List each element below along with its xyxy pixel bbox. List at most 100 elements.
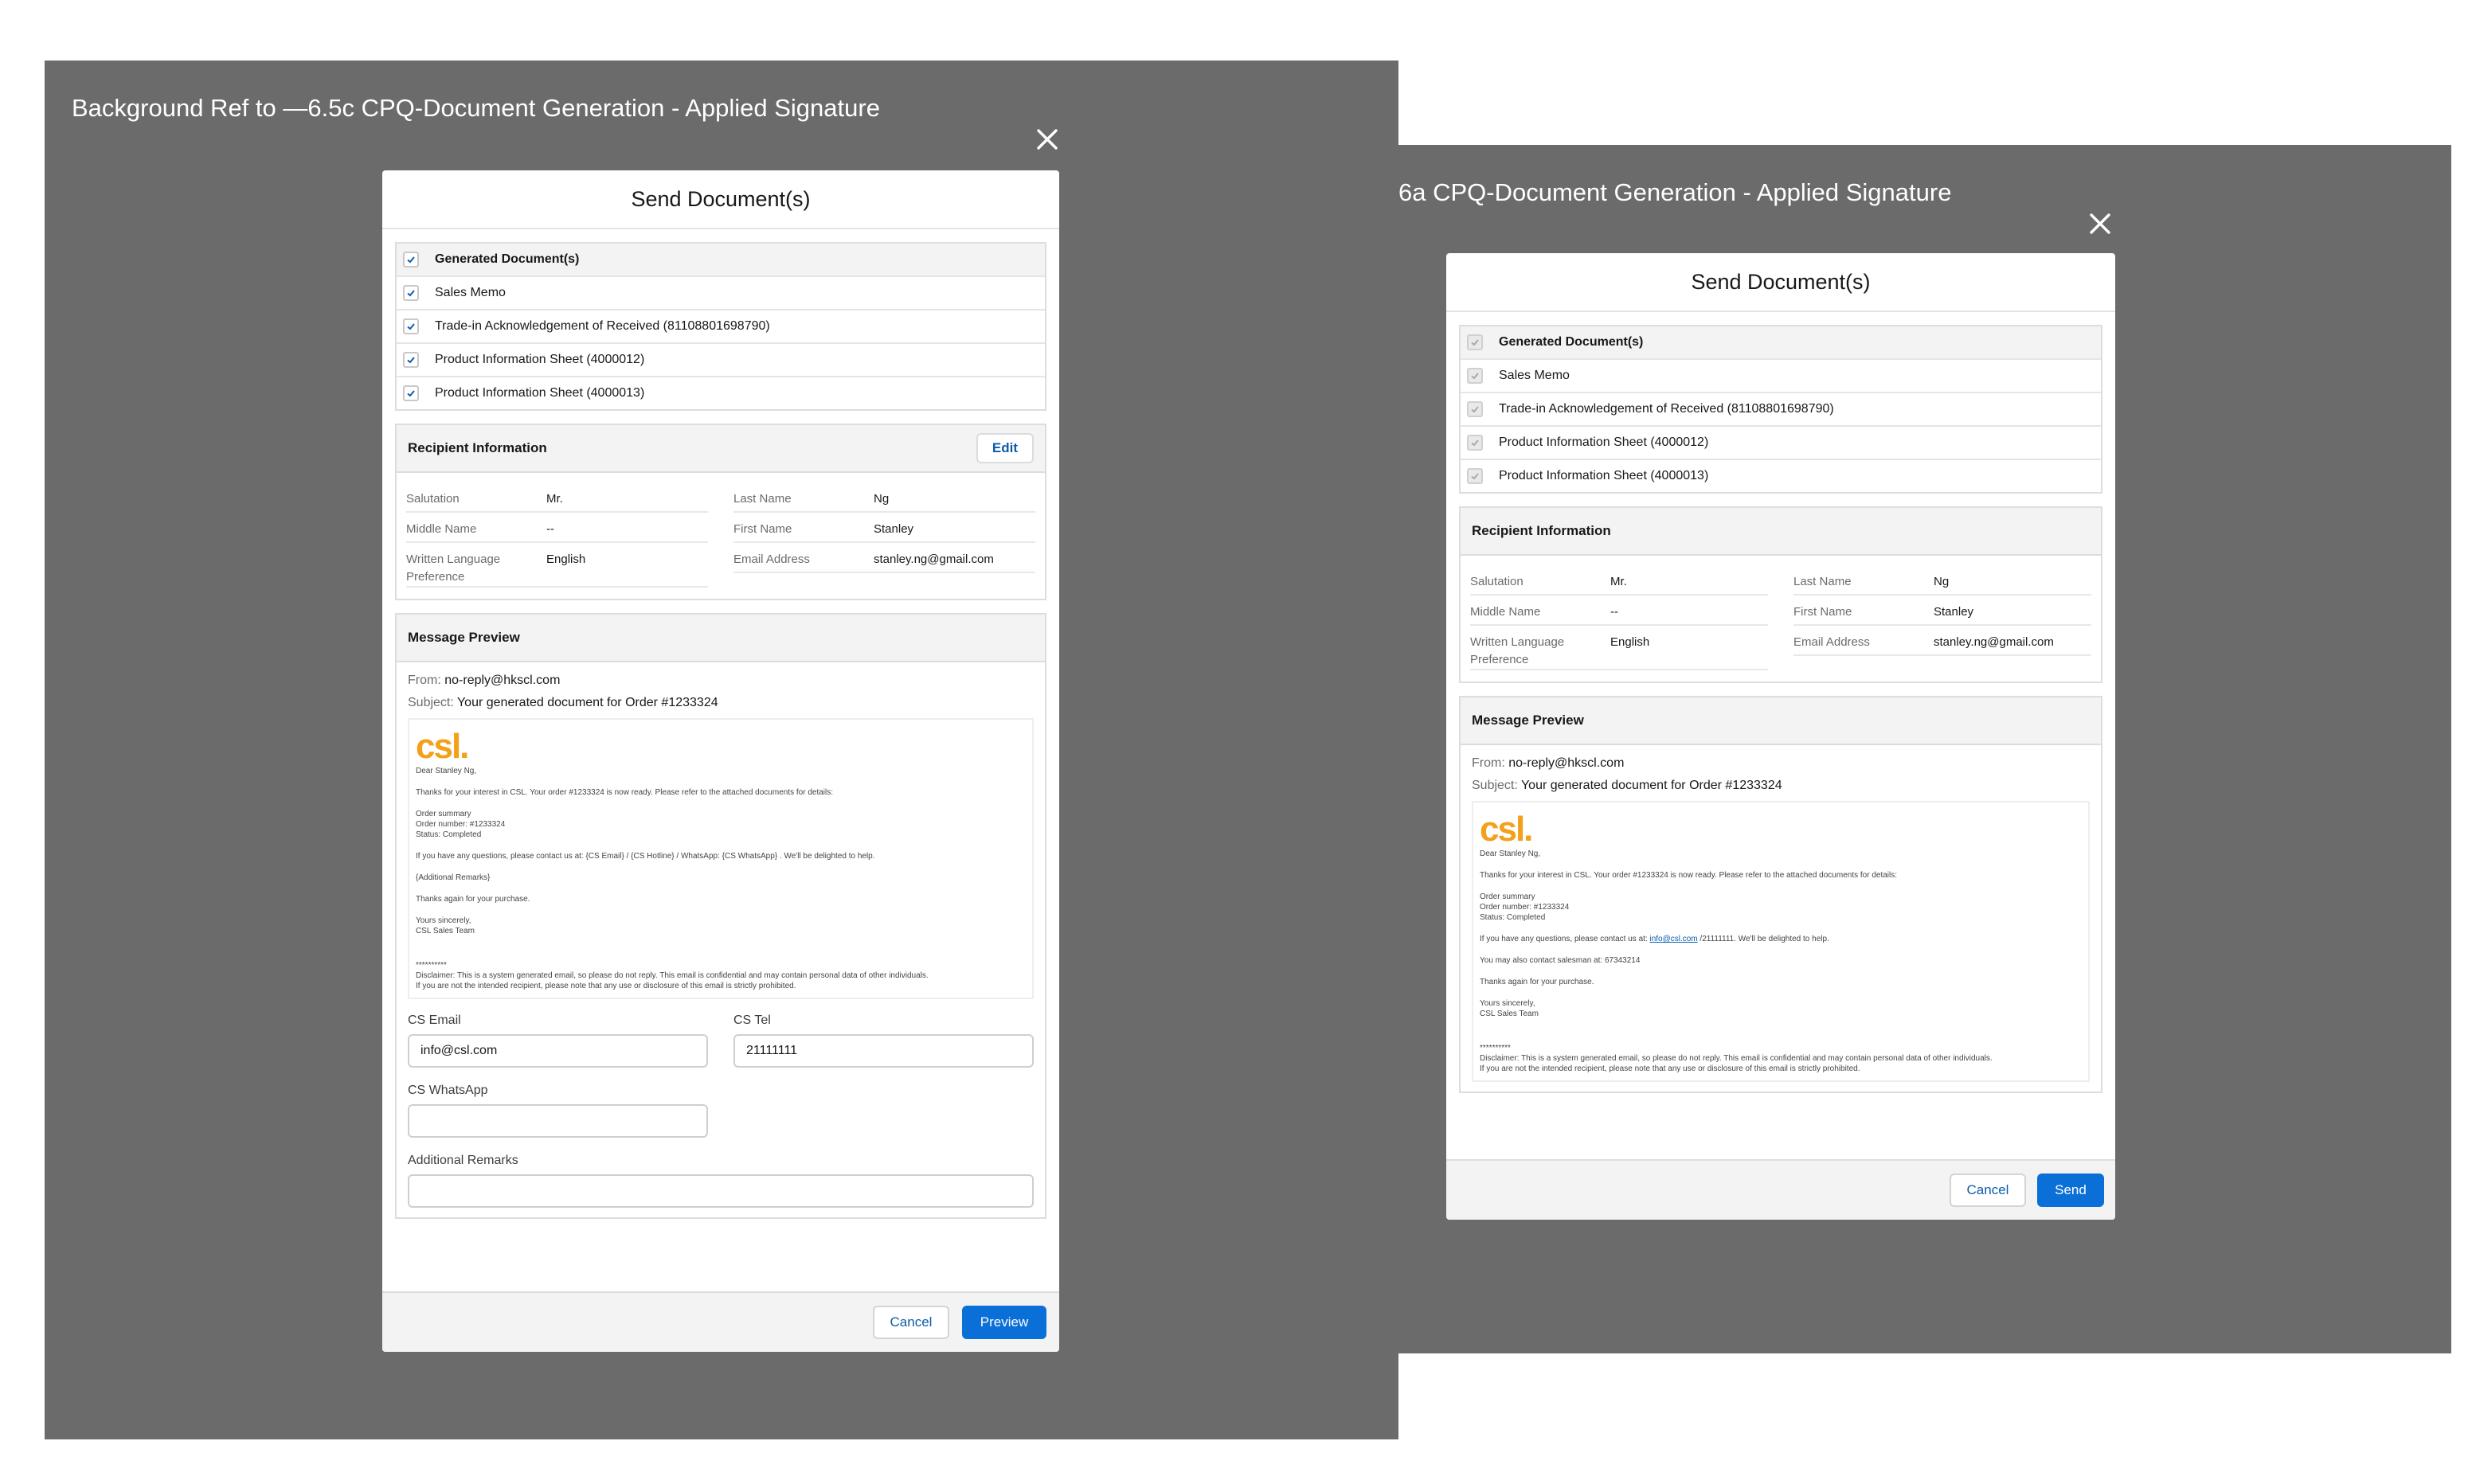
close-icon[interactable]: [1035, 127, 1059, 151]
message-preview-card: Message Preview From: no-reply@hkscl.com…: [1459, 696, 2102, 1093]
csl-logo: csl.: [416, 727, 469, 766]
last-name-label: Last Name: [1793, 575, 1852, 588]
checkbox-product-sheet-1[interactable]: [403, 352, 419, 368]
message-preview-header: Message Preview: [1461, 697, 2101, 745]
message-preview-header: Message Preview: [397, 615, 1045, 662]
edit-button[interactable]: Edit: [976, 433, 1034, 463]
email-salesman: You may also contact salesman at: 673432…: [1480, 956, 1641, 965]
cs-email-label: CS Email: [408, 1013, 461, 1027]
language-value: English: [1610, 635, 1650, 649]
preview-button[interactable]: Preview: [962, 1306, 1046, 1339]
documents-header-label: Generated Document(s): [1499, 335, 1644, 349]
recipient-header: Recipient Information: [1461, 508, 2101, 556]
cs-email-input[interactable]: info@csl.com: [408, 1034, 708, 1068]
email-value: stanley.ng@gmail.com: [874, 553, 994, 566]
email-yours: Yours sincerely,: [1480, 999, 1535, 1008]
subject-label: Subject:: [1472, 779, 1518, 792]
document-row: Trade-in Acknowledgement of Received (81…: [1461, 392, 2101, 425]
email-contact: If you have any questions, please contac…: [416, 852, 875, 861]
checkbox-sales-memo[interactable]: [403, 285, 419, 301]
checkbox-product-sheet-2[interactable]: [403, 385, 419, 401]
additional-remarks-input[interactable]: [408, 1174, 1034, 1208]
email-intro: Thanks for your interest in CSL. Your or…: [416, 788, 834, 797]
documents-list: Generated Document(s) Sales Memo Trade-i…: [395, 242, 1046, 411]
email-disclaimer-2: If you are not the intended recipient, p…: [1480, 1064, 1860, 1073]
email-thanks-again: Thanks again for your purchase.: [1480, 978, 1594, 986]
email-disclaimer-2: If you are not the intended recipient, p…: [416, 982, 796, 990]
checkbox-product-sheet-1[interactable]: [1467, 435, 1483, 451]
frame-left-background: Background Ref to —6.5c CPQ-Document Gen…: [45, 61, 1398, 1439]
close-icon[interactable]: [2088, 212, 2112, 236]
last-name-value: Ng: [874, 492, 890, 506]
document-label: Sales Memo: [1499, 369, 1570, 382]
frame-right-background: 6a CPQ-Document Generation - Applied Sig…: [1387, 145, 2451, 1353]
document-row: Product Information Sheet (4000013): [1461, 459, 2101, 492]
first-name-value: Stanley: [874, 522, 914, 536]
email-team: CSL Sales Team: [416, 927, 475, 935]
email-summary-title: Order summary: [416, 810, 471, 818]
email-disclaimer-1: Disclaimer: This is a system generated e…: [416, 971, 929, 980]
checkbox-sales-memo[interactable]: [1467, 368, 1483, 384]
last-name-label: Last Name: [733, 492, 792, 506]
modal-title: Send Document(s): [382, 170, 1059, 229]
document-label: Product Information Sheet (4000013): [435, 386, 645, 400]
cancel-button[interactable]: Cancel: [1950, 1174, 2026, 1207]
frame-right-title: 6a CPQ-Document Generation - Applied Sig…: [1398, 178, 1952, 206]
salutation-value: Mr.: [1610, 575, 1627, 588]
email-greeting: Dear Stanley Ng,: [1480, 849, 1541, 858]
document-row: Sales Memo: [397, 275, 1045, 309]
from-label: From:: [1472, 756, 1505, 770]
document-row: Product Information Sheet (4000012): [397, 342, 1045, 376]
document-label: Product Information Sheet (4000012): [1499, 435, 1709, 449]
email-label: Email Address: [1793, 635, 1870, 649]
middle-name-label: Middle Name: [1470, 605, 1541, 619]
recipient-title: Recipient Information: [408, 440, 547, 455]
language-value: English: [546, 553, 586, 566]
document-row: Trade-in Acknowledgement of Received (81…: [397, 309, 1045, 342]
from-value: no-reply@hkscl.com: [444, 674, 561, 687]
email-value: stanley.ng@gmail.com: [1934, 635, 2054, 649]
document-label: Product Information Sheet (4000012): [435, 353, 645, 366]
email-stars: **********: [416, 961, 447, 970]
middle-name-label: Middle Name: [406, 522, 477, 536]
cancel-button[interactable]: Cancel: [873, 1306, 949, 1339]
checkbox-trade-in[interactable]: [403, 318, 419, 334]
email-team: CSL Sales Team: [1480, 1010, 1539, 1018]
email-remarks: {Additional Remarks}: [416, 873, 491, 882]
first-name-label: First Name: [1793, 605, 1852, 619]
modal-title: Send Document(s): [1446, 253, 2115, 312]
recipient-card: Recipient Information Edit Salutation Mr.…: [395, 424, 1046, 600]
send-button[interactable]: Send: [2037, 1174, 2104, 1207]
frame-left-title: Background Ref to —6.5c CPQ-Document Gen…: [72, 94, 880, 122]
email-summary-title: Order summary: [1480, 892, 1535, 901]
middle-name-value: --: [546, 522, 554, 536]
salutation-value: Mr.: [546, 492, 563, 506]
send-documents-modal: Send Document(s) Generated Document(s) S…: [1446, 253, 2115, 1220]
checkbox-all[interactable]: [403, 252, 419, 268]
send-documents-modal: Send Document(s) Generated Document(s) S…: [382, 170, 1059, 1352]
checkbox-trade-in[interactable]: [1467, 401, 1483, 417]
checkbox-product-sheet-2[interactable]: [1467, 468, 1483, 484]
salutation-label: Salutation: [406, 492, 460, 506]
document-label: Product Information Sheet (4000013): [1499, 469, 1709, 482]
document-label: Trade-in Acknowledgement of Received (81…: [1499, 402, 1834, 416]
email-contact-link[interactable]: info@csl.com: [1649, 935, 1697, 943]
from-label: From:: [408, 674, 441, 687]
email-greeting: Dear Stanley Ng,: [416, 767, 477, 775]
documents-header-row: Generated Document(s): [1461, 326, 2101, 358]
first-name-label: First Name: [733, 522, 792, 536]
email-order-number: Order number: #1233324: [1480, 903, 1570, 912]
email-status: Status: Completed: [416, 830, 482, 839]
recipient-title: Recipient Information: [1472, 523, 1611, 538]
subject-value: Your generated document for Order #12333…: [456, 696, 718, 709]
email-stars: **********: [1480, 1044, 1511, 1052]
email-intro: Thanks for your interest in CSL. Your or…: [1480, 871, 1898, 880]
from-value: no-reply@hkscl.com: [1508, 756, 1625, 770]
recipient-card: Recipient Information Salutation Mr. Midd…: [1459, 506, 2102, 683]
checkbox-all[interactable]: [1467, 334, 1483, 350]
recipient-header: Recipient Information Edit: [397, 425, 1045, 473]
cs-whatsapp-input[interactable]: [408, 1104, 708, 1138]
document-label: Sales Memo: [435, 286, 506, 299]
document-label: Trade-in Acknowledgement of Received (81…: [435, 319, 770, 333]
cs-tel-input[interactable]: 21111111: [733, 1034, 1034, 1068]
